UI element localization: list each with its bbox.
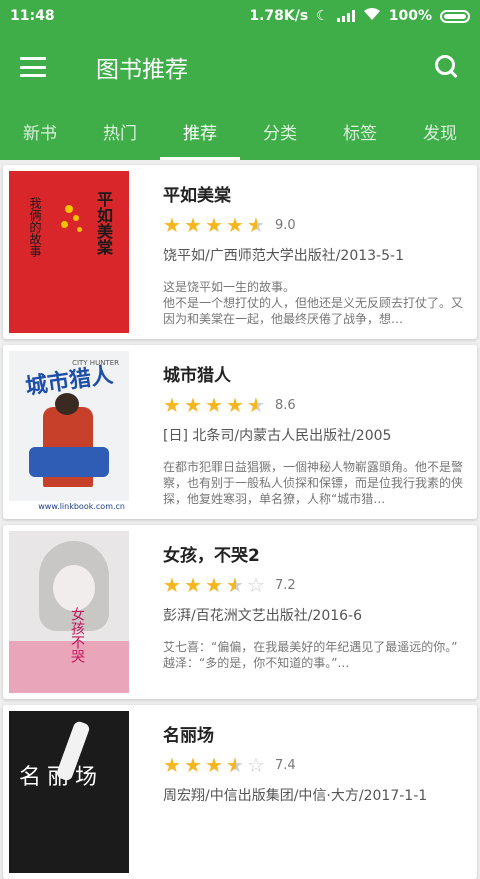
- tab-tags[interactable]: 标签: [320, 102, 400, 160]
- status-bar: 11:48 1.78K/s ☾ 100%: [0, 0, 480, 32]
- book-info: 平如美棠 ★★★★★ 9.0 饶平如/广西师范大学出版社/2013-5-1 这是…: [129, 171, 471, 333]
- rating-row: ★★★★★ 9.0: [163, 214, 471, 236]
- book-cover: 女孩不哭: [9, 531, 129, 693]
- tab-bar: 新书 热门 推荐 分类 标签 发现: [0, 102, 480, 160]
- star-icon: ★: [226, 393, 244, 417]
- book-meta: 彭湃/百花洲文艺出版社/2016-6: [163, 608, 363, 624]
- book-cover: 城市猎人 CITY HUNTER www.linkbook.com.cn: [9, 351, 129, 513]
- tab-new-books[interactable]: 新书: [0, 102, 80, 160]
- rating-score: 7.4: [275, 757, 296, 773]
- book-card[interactable]: 女孩不哭 女孩，不哭2 ★★★★☆ 7.2 彭湃/百花洲文艺出版社/2016-6…: [3, 525, 477, 699]
- signal-icon: [336, 10, 355, 22]
- book-title: 名丽场: [163, 726, 214, 746]
- half-star-icon: ★: [247, 395, 267, 415]
- book-cover: 名丽场: [9, 711, 129, 873]
- star-icon: ★: [163, 753, 181, 777]
- status-indicators: 1.78K/s ☾ 100%: [249, 7, 470, 25]
- book-title: 城市猎人: [163, 366, 231, 386]
- book-title: 平如美棠: [163, 186, 231, 206]
- star-icon: ★: [184, 573, 202, 597]
- battery-percent: 100%: [388, 8, 432, 24]
- book-description: 在都市犯罪日益猖獗，一個神秘人物嶄露頭角。他不是警察，也有别于一般私人侦探和保镖…: [163, 460, 464, 506]
- book-title: 女孩，不哭2: [163, 546, 260, 566]
- star-rating: ★ ★ ★ ★ ★: [163, 215, 267, 235]
- network-speed: 1.78K/s: [249, 8, 309, 24]
- rating-score: 9.0: [275, 217, 296, 233]
- book-description: 艾七喜：“偏偏，在我最美好的年纪遇见了最遥远的你。” 越泽：“多的是，你不知道的…: [163, 640, 458, 670]
- star-icon: ★: [205, 753, 223, 777]
- tab-discover[interactable]: 发现: [400, 102, 480, 160]
- app-toolbar: 图书推荐: [0, 32, 480, 102]
- book-info: 女孩，不哭2 ★★★★☆ 7.2 彭湃/百花洲文艺出版社/2016-6 艾七喜：…: [129, 531, 471, 693]
- book-info: 名丽场 ★★★★☆ 7.4 周宏翔/中信出版集团/中信·大方/2017-1-1: [129, 711, 471, 873]
- star-icon: ★: [163, 213, 181, 237]
- star-rating: ★ ★ ★ ★ ★: [163, 395, 267, 415]
- page-title: 图书推荐: [96, 57, 188, 83]
- book-meta: [日] 北条司/内蒙古人民出版社/2005: [163, 428, 392, 444]
- search-icon[interactable]: [434, 54, 460, 80]
- star-icon: ★: [163, 573, 181, 597]
- book-cover: 平如美棠 我俩的故事: [9, 171, 129, 333]
- star-icon: ★: [184, 753, 202, 777]
- tab-categories[interactable]: 分类: [240, 102, 320, 160]
- book-card[interactable]: 平如美棠 我俩的故事 平如美棠 ★★★★★ 9.0 饶平如/广西师范大学出版社/…: [3, 165, 477, 339]
- star-icon: ★: [205, 213, 223, 237]
- rating-row: ★★★★★ 8.6: [163, 394, 471, 416]
- book-card[interactable]: 城市猎人 CITY HUNTER www.linkbook.com.cn 城市猎…: [3, 345, 477, 519]
- book-description: [163, 819, 471, 867]
- star-rating: ★★★★☆: [163, 575, 267, 595]
- book-card[interactable]: 名丽场 名丽场 ★★★★☆ 7.4 周宏翔/中信出版集团/中信·大方/2017-…: [3, 705, 477, 879]
- star-icon: ★: [205, 393, 223, 417]
- half-star-icon: ★: [226, 575, 246, 595]
- menu-icon[interactable]: [20, 57, 46, 77]
- half-star-icon: ★: [247, 215, 267, 235]
- star-icon: ★: [184, 393, 202, 417]
- book-meta: 饶平如/广西师范大学出版社/2013-5-1: [163, 248, 404, 264]
- status-time: 11:48: [10, 8, 55, 24]
- star-icon: ★: [226, 213, 244, 237]
- half-star-icon: ★: [226, 755, 246, 775]
- moon-icon: ☾: [316, 8, 329, 24]
- empty-star-icon: ☆: [247, 573, 265, 597]
- battery-icon: [440, 9, 470, 23]
- tab-recommended[interactable]: 推荐: [160, 102, 240, 160]
- book-info: 城市猎人 ★★★★★ 8.6 [日] 北条司/内蒙古人民出版社/2005 在都市…: [129, 351, 471, 513]
- star-rating: ★★★★☆: [163, 755, 267, 775]
- rating-score: 8.6: [275, 397, 296, 413]
- tab-popular[interactable]: 热门: [80, 102, 160, 160]
- rating-row: ★★★★☆ 7.4: [163, 754, 471, 776]
- wifi-icon: [363, 7, 381, 25]
- empty-star-icon: ☆: [247, 753, 265, 777]
- rating-score: 7.2: [275, 577, 296, 593]
- rating-row: ★★★★☆ 7.2: [163, 574, 471, 596]
- star-icon: ★: [163, 393, 181, 417]
- star-icon: ★: [184, 213, 202, 237]
- cover-footer: www.linkbook.com.cn: [9, 501, 129, 513]
- star-icon: ★: [205, 573, 223, 597]
- book-meta: 周宏翔/中信出版集团/中信·大方/2017-1-1: [163, 788, 428, 804]
- book-description: 这是饶平如一生的故事。 他不是一个想打仗的人，但他还是义无反顾去打仗了。又因为和…: [163, 280, 464, 326]
